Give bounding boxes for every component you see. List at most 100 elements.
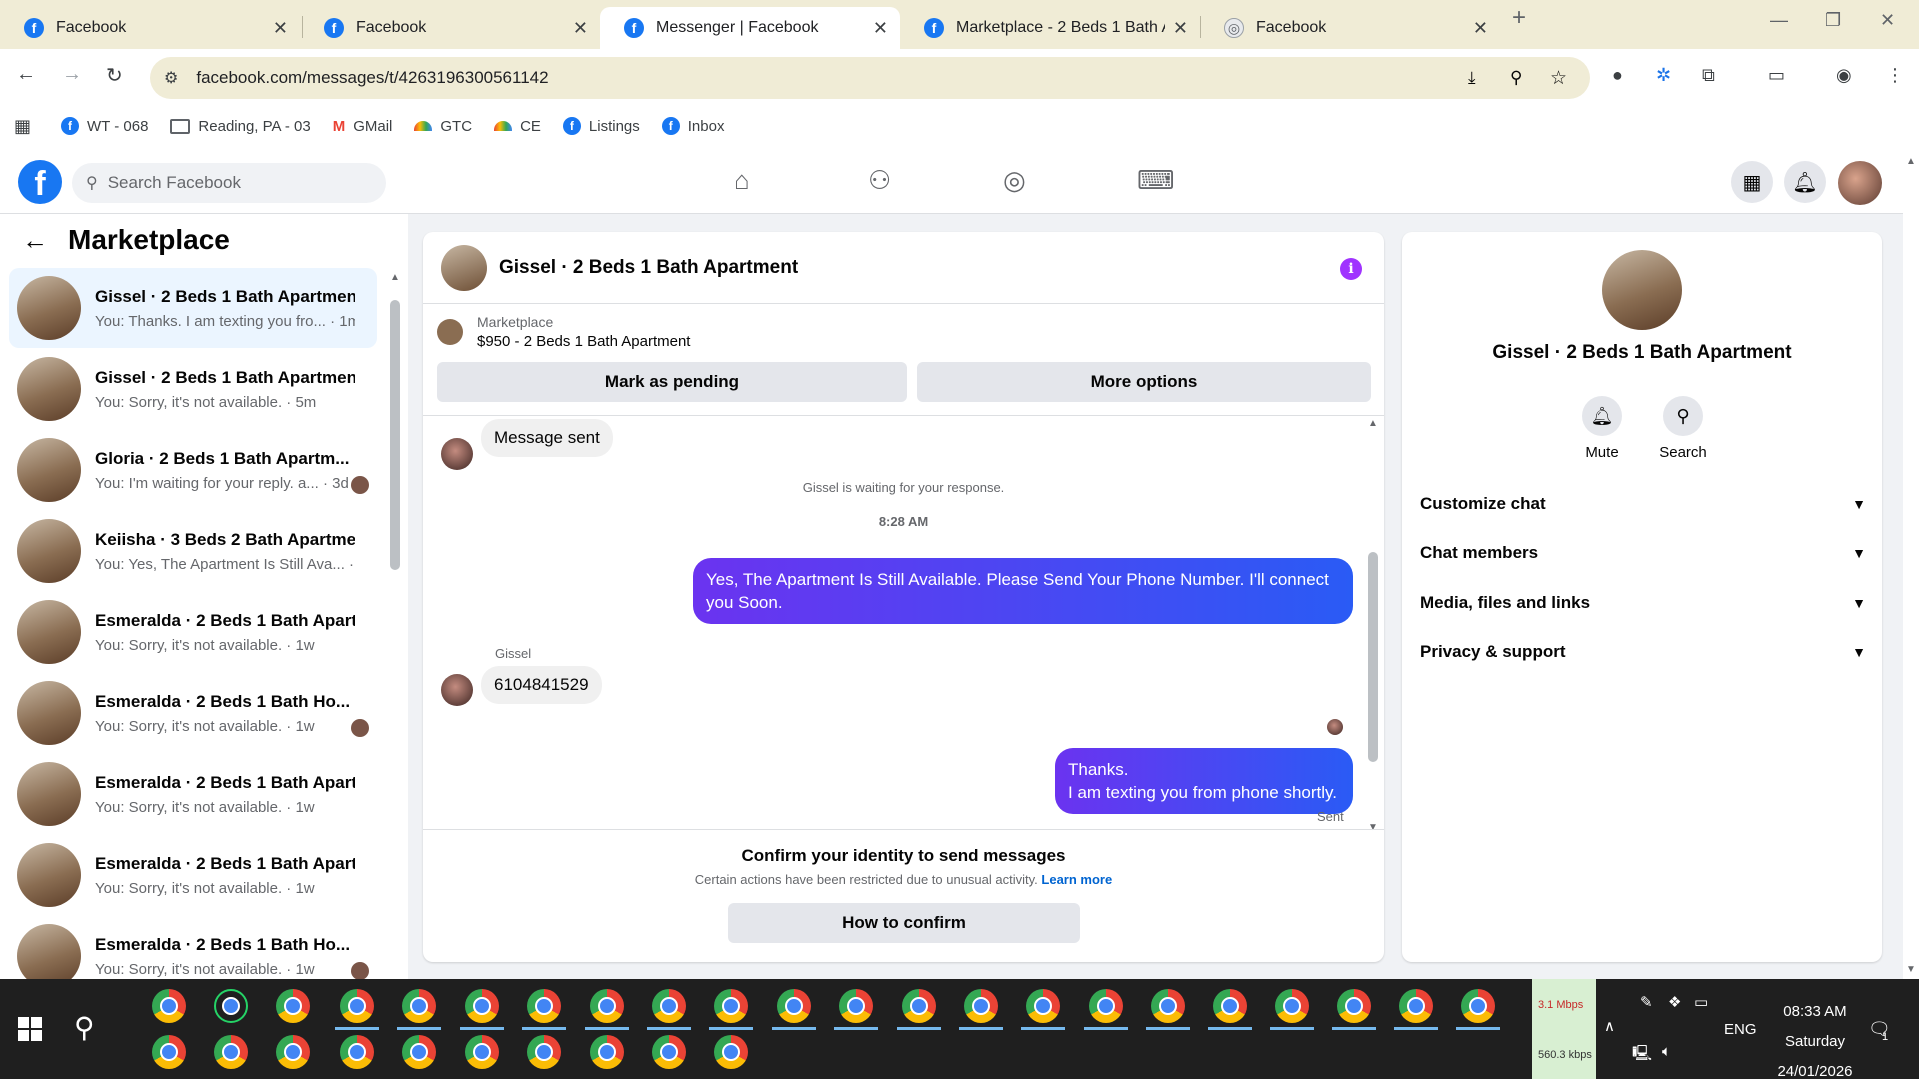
- customize-chat-section[interactable]: Customize chat ▼: [1420, 484, 1866, 524]
- chrome-icon[interactable]: [340, 989, 374, 1023]
- chrome-icon[interactable]: [527, 1035, 561, 1069]
- privacy-support-section[interactable]: Privacy & support ▼: [1420, 632, 1866, 672]
- listing-summary[interactable]: Marketplace $950 - 2 Beds 1 Bath Apartme…: [437, 314, 690, 350]
- whatsapp-icon[interactable]: [214, 989, 248, 1023]
- site-settings-icon[interactable]: ⚙: [164, 68, 178, 88]
- list-item[interactable]: Gloria · 2 Beds 1 Bath Apartm... You: I'm…: [9, 430, 377, 510]
- browser-tab[interactable]: f Facebook ✕: [300, 7, 600, 49]
- close-tab-icon[interactable]: ✕: [1473, 18, 1488, 39]
- search-input[interactable]: ⚲ Search Facebook: [72, 163, 386, 203]
- browser-tab[interactable]: f Marketplace - 2 Beds 1 Bath Ap ✕: [900, 7, 1200, 49]
- chrome-icon[interactable]: [1026, 989, 1060, 1023]
- extensions-puzzle-icon[interactable]: ⧉: [1702, 65, 1715, 86]
- close-window-icon[interactable]: ✕: [1880, 10, 1895, 31]
- chrome-icon[interactable]: [590, 989, 624, 1023]
- more-options-button[interactable]: More options: [917, 362, 1371, 402]
- chat-title[interactable]: Gissel · 2 Beds 1 Bath Apartment: [499, 257, 798, 279]
- list-item[interactable]: Keiisha · 3 Beds 2 Bath Apartme... You: Y…: [9, 511, 377, 591]
- chrome-icon[interactable]: [1213, 989, 1247, 1023]
- pen-icon[interactable]: ✎: [1640, 993, 1653, 1011]
- reload-icon[interactable]: ↻: [106, 63, 123, 88]
- chrome-icon[interactable]: [276, 1035, 310, 1069]
- close-tab-icon[interactable]: ✕: [573, 18, 588, 39]
- list-item[interactable]: Esmeralda · 2 Beds 1 Bath Apart... You: S…: [9, 592, 377, 672]
- avatar[interactable]: [441, 244, 487, 291]
- chrome-icon[interactable]: [527, 989, 561, 1023]
- chrome-icon[interactable]: [214, 1035, 248, 1069]
- info-icon[interactable]: i: [1340, 258, 1362, 280]
- zoom-icon[interactable]: ⚲: [1510, 68, 1522, 88]
- mute-button[interactable]: 🔔︎ Mute: [1562, 396, 1642, 461]
- back-icon[interactable]: ←: [16, 63, 36, 86]
- chrome-icon[interactable]: [1089, 989, 1123, 1023]
- how-to-confirm-button[interactable]: How to confirm: [728, 903, 1080, 943]
- friends-icon[interactable]: ⚇: [868, 165, 891, 196]
- avatar[interactable]: [1602, 250, 1682, 330]
- chrome-icon[interactable]: [465, 989, 499, 1023]
- extension-icon[interactable]: ✲: [1656, 65, 1671, 86]
- taskbar-clock[interactable]: 08:33 AM Saturday 24/01/2026: [1755, 997, 1875, 1079]
- bookmark-item[interactable]: Reading, PA - 03: [170, 118, 311, 135]
- bookmark-item[interactable]: f WT - 068: [61, 117, 148, 135]
- bookmark-item[interactable]: f Listings: [562, 117, 640, 135]
- chrome-icon[interactable]: [902, 989, 936, 1023]
- new-tab-icon[interactable]: +: [1512, 4, 1526, 32]
- back-arrow-icon[interactable]: ←: [22, 225, 48, 256]
- profile-icon[interactable]: ◉: [1836, 65, 1852, 86]
- menu-grid-icon[interactable]: ▦: [1731, 161, 1773, 203]
- chrome-icon[interactable]: [1151, 989, 1185, 1023]
- apps-grid-icon[interactable]: ▦: [14, 116, 31, 137]
- close-tab-icon[interactable]: ✕: [1173, 18, 1188, 39]
- tab-search-icon[interactable]: ▭: [1768, 65, 1785, 86]
- volume-icon[interactable]: 🔈︎: [1662, 1043, 1671, 1060]
- notepad-icon[interactable]: [714, 1035, 748, 1069]
- chrome-icon[interactable]: [652, 989, 686, 1023]
- chrome-icon[interactable]: [402, 989, 436, 1023]
- bookmark-star-icon[interactable]: ☆: [1550, 67, 1567, 90]
- chat-scrollbar[interactable]: ▲ ▼: [1368, 418, 1378, 833]
- chrome-icon[interactable]: [1275, 989, 1309, 1023]
- cookie-extension-icon[interactable]: ●: [1612, 65, 1623, 86]
- tray-chevron-icon[interactable]: ∧: [1604, 1017, 1615, 1035]
- avatar[interactable]: [1838, 161, 1882, 205]
- chrome-icon[interactable]: [777, 989, 811, 1023]
- chrome-icon[interactable]: [1337, 989, 1371, 1023]
- bookmark-item[interactable]: CE: [494, 118, 541, 135]
- browser-tab[interactable]: ◎ Facebook ✕: [1200, 7, 1500, 49]
- list-item[interactable]: Esmeralda · 2 Beds 1 Bath Apart... You: S…: [9, 835, 377, 915]
- forward-icon[interactable]: →: [62, 63, 82, 86]
- battery-icon[interactable]: ▭: [1694, 993, 1708, 1011]
- chrome-icon[interactable]: [1399, 989, 1433, 1023]
- minimize-icon[interactable]: —: [1770, 10, 1788, 31]
- chrome-icon[interactable]: [465, 1035, 499, 1069]
- list-item[interactable]: Esmeralda · 2 Beds 1 Bath Apart... You: S…: [9, 754, 377, 834]
- list-item[interactable]: Gissel · 2 Beds 1 Bath Apartment You: Sor…: [9, 349, 377, 429]
- dropbox-icon[interactable]: ❖: [1668, 993, 1681, 1011]
- browser-tab[interactable]: f Facebook ✕: [0, 7, 300, 49]
- mark-as-pending-button[interactable]: Mark as pending: [437, 362, 907, 402]
- list-item[interactable]: Gissel · 2 Beds 1 Bath Apartment You: Tha…: [9, 268, 377, 348]
- chrome-icon[interactable]: [340, 1035, 374, 1069]
- chrome-icon[interactable]: [652, 1035, 686, 1069]
- network-icon[interactable]: 🖳︎: [1632, 1043, 1652, 1068]
- facebook-logo[interactable]: f: [18, 160, 62, 204]
- search-icon[interactable]: ⚲: [74, 1011, 95, 1044]
- sidebar-scrollbar[interactable]: ▲ ▼: [390, 272, 400, 1028]
- file-explorer-icon[interactable]: [276, 989, 310, 1023]
- notifications-bell-icon[interactable]: 🔔︎: [1784, 161, 1826, 203]
- address-bar[interactable]: ⚙ facebook.com/messages/t/42631963005611…: [150, 57, 1590, 99]
- groups-icon[interactable]: ◎: [1003, 165, 1026, 196]
- chrome-icon[interactable]: [402, 1035, 436, 1069]
- browser-menu-icon[interactable]: ⋮: [1886, 65, 1904, 86]
- language-indicator[interactable]: ENG: [1724, 1021, 1757, 1038]
- close-tab-icon[interactable]: ✕: [273, 18, 288, 39]
- restore-icon[interactable]: ❐: [1825, 10, 1841, 31]
- chat-members-section[interactable]: Chat members ▼: [1420, 533, 1866, 573]
- install-app-icon[interactable]: ⤓: [1468, 68, 1476, 88]
- media-files-links-section[interactable]: Media, files and links ▼: [1420, 583, 1866, 623]
- windows-start-icon[interactable]: [18, 1017, 42, 1041]
- meet-icon[interactable]: [152, 989, 186, 1023]
- bookmark-item[interactable]: GTC: [414, 118, 472, 135]
- gaming-icon[interactable]: ⌨: [1137, 165, 1175, 196]
- chrome-icon[interactable]: [1461, 989, 1495, 1023]
